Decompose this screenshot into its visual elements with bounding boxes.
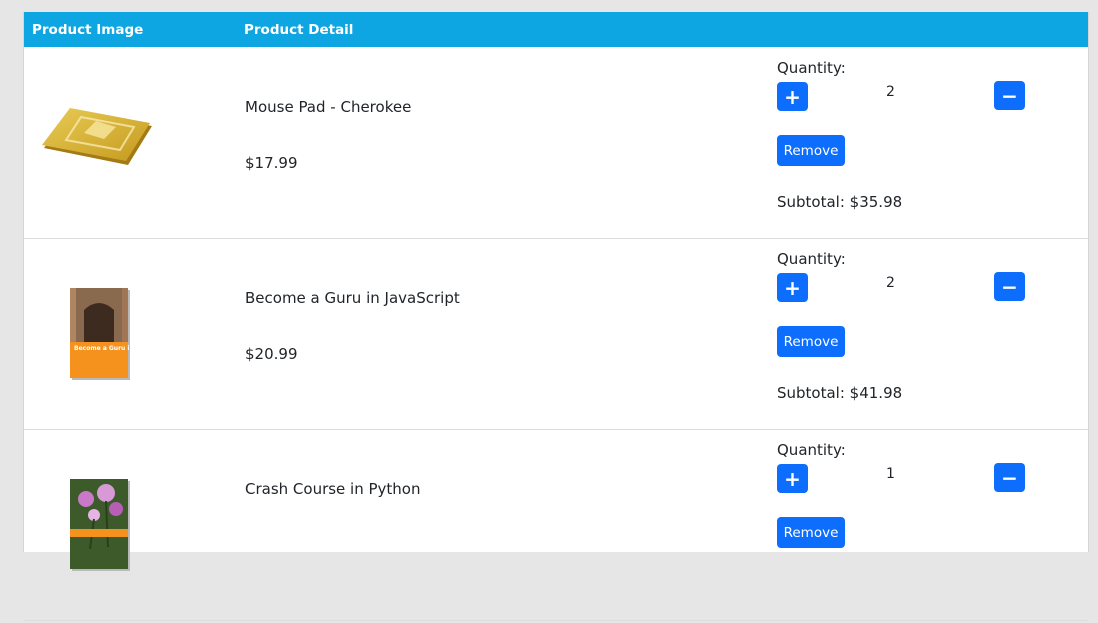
decrease-quantity-button[interactable]: − — [994, 272, 1025, 301]
table-row: Become a Guru in JavaScript Become a Gur… — [24, 238, 1088, 430]
table-header: Product Image Product Detail — [24, 12, 1088, 47]
product-image-mouse-pad — [24, 47, 174, 237]
quantity-value: 2 — [886, 275, 895, 291]
product-name[interactable]: Crash Course in Python — [245, 480, 421, 498]
header-product-detail: Product Detail — [244, 22, 354, 38]
quantity-value: 2 — [886, 84, 895, 100]
subtotal: Subtotal: $41.98 — [777, 384, 903, 402]
product-name[interactable]: Become a Guru in JavaScript — [245, 289, 460, 307]
product-price: $20.99 — [245, 345, 298, 363]
remove-button[interactable]: Remove — [777, 517, 845, 548]
quantity-label: Quantity: — [777, 250, 846, 268]
quantity-value: 1 — [886, 466, 895, 482]
increase-quantity-button[interactable]: + — [777, 273, 808, 302]
cover-title: Become a Guru in JavaScript — [74, 345, 170, 352]
header-product-image: Product Image — [32, 22, 144, 38]
quantity-label: Quantity: — [777, 59, 846, 77]
subtotal: Subtotal: $35.98 — [777, 193, 903, 211]
product-image-python-book — [24, 429, 174, 619]
increase-quantity-button[interactable]: + — [777, 82, 808, 111]
quantity-label: Quantity: — [777, 441, 846, 459]
remove-button[interactable]: Remove — [777, 135, 845, 166]
product-image-javascript-book: Become a Guru in JavaScript — [24, 238, 174, 428]
remove-button[interactable]: Remove — [777, 326, 845, 357]
decrease-quantity-button[interactable]: − — [994, 81, 1025, 110]
table-row: Crash Course in Python Quantity: + 1 − R… — [24, 429, 1088, 621]
product-price: $17.99 — [245, 154, 298, 172]
product-name[interactable]: Mouse Pad - Cherokee — [245, 98, 411, 116]
decrease-quantity-button[interactable]: − — [994, 463, 1025, 492]
table-row: Mouse Pad - Cherokee $17.99 Quantity: + … — [24, 47, 1088, 239]
increase-quantity-button[interactable]: + — [777, 464, 808, 493]
cart-table: Product Image Product Detail Mouse Pad -… — [23, 12, 1089, 621]
